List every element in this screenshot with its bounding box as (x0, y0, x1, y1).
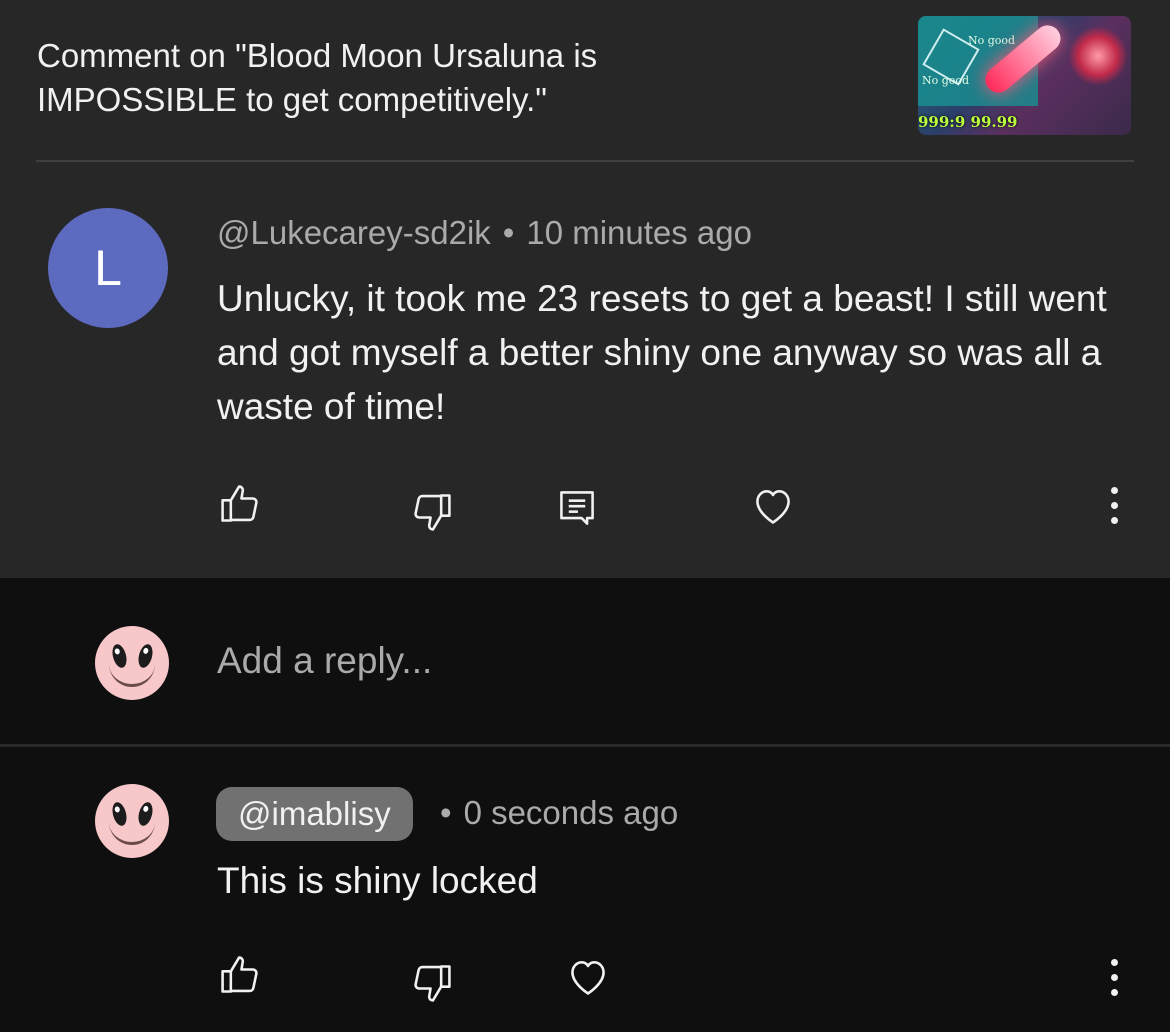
avatar-mouth (109, 664, 155, 687)
add-reply-input[interactable] (217, 640, 1067, 682)
more-icon[interactable] (1104, 483, 1124, 527)
thumbnail-stat-label: No good (968, 34, 1016, 47)
thumbs-up-icon[interactable] (218, 953, 262, 997)
thumbs-up-icon[interactable] (218, 482, 262, 526)
meta-separator: • (440, 794, 452, 831)
reply-meta: • 0 seconds ago (440, 794, 678, 832)
comment-time: 10 minutes ago (526, 214, 752, 251)
reply-author-chip[interactable]: @imablisy (216, 787, 413, 841)
reply-divider (0, 744, 1170, 747)
more-icon[interactable] (1104, 955, 1124, 999)
avatar-mouth (109, 822, 155, 845)
avatar[interactable]: L (48, 208, 168, 328)
reply-icon[interactable] (555, 486, 599, 530)
video-thumbnail[interactable]: No good No good 999:9 99.99 (918, 16, 1131, 135)
header-divider (36, 160, 1134, 162)
heart-icon[interactable] (751, 484, 795, 528)
meta-separator: • (502, 214, 515, 251)
thumbs-down-icon[interactable] (410, 961, 454, 1005)
comment-text: Unlucky, it took me 23 resets to get a b… (217, 278, 1107, 427)
user-avatar[interactable] (95, 626, 169, 700)
comment-meta: @Lukecarey-sd2ik • 10 minutes ago (217, 214, 752, 252)
thumbs-down-icon[interactable] (410, 490, 454, 534)
thumbnail-glow (1068, 26, 1128, 86)
reply-avatar[interactable] (95, 784, 169, 858)
page-title: Comment on "Blood Moon Ursaluna is IMPOS… (37, 37, 598, 118)
comment-author[interactable]: @Lukecarey-sd2ik (217, 214, 491, 251)
reply-text: This is shiny locked (217, 860, 538, 901)
heart-icon[interactable] (566, 955, 610, 999)
comment-panel: Comment on "Blood Moon Ursaluna is IMPOS… (0, 0, 1170, 578)
thumbnail-stat-label: No good (922, 74, 970, 87)
reply-time: 0 seconds ago (463, 794, 679, 831)
thumbnail-numbers: 999:9 99.99 (918, 113, 1018, 131)
